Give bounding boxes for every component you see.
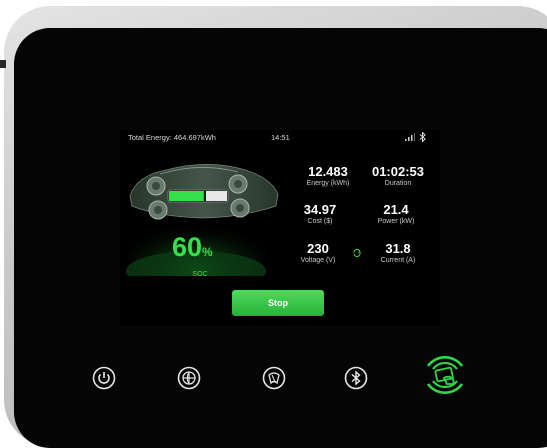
soc-unit: %: [202, 245, 213, 259]
device-edge: [0, 60, 6, 68]
metric-value: 31.8: [385, 241, 411, 256]
language-icon[interactable]: [262, 366, 286, 390]
metric-value: 21.4: [383, 202, 409, 217]
metric-value: 34.97: [303, 202, 337, 217]
metric-label: Energy (kWh): [306, 180, 350, 187]
metric-label: Duration: [384, 180, 412, 187]
signal-icon: [405, 133, 415, 141]
metric-label: Current (A): [380, 257, 416, 264]
voltage-metric: 230 Voltage (V): [278, 241, 358, 266]
battery-empty: [206, 191, 227, 201]
clock-text: 14:51: [271, 133, 290, 142]
bluetooth-icon[interactable]: [344, 366, 368, 390]
soc-label: SOC: [192, 271, 208, 278]
globe-icon[interactable]: [177, 366, 201, 390]
charger-screen: Total Energy: 464.697kWh 14:51 60% SOC 1…: [120, 130, 440, 325]
stop-button[interactable]: Stop: [232, 290, 324, 316]
metric-label: Power (kW): [377, 218, 415, 225]
energy-metric: 12.483 Energy (kWh): [288, 164, 368, 189]
metric-label: Cost ($): [307, 218, 333, 225]
power-metric: 21.4 Power (kW): [356, 202, 436, 227]
duration-metric: 01:02:53 Duration: [358, 164, 438, 189]
bluetooth-status-icon: [419, 132, 426, 142]
metric-value: 230: [307, 241, 329, 256]
soc-value: 60%: [172, 232, 213, 262]
metric-value: 01:02:53: [371, 164, 425, 179]
total-energy-text: Total Energy: 464.697kWh: [128, 133, 216, 142]
car-soc-panel: 60% SOC: [120, 146, 280, 291]
current-metric: 31.8 Current (A): [358, 241, 438, 266]
rfid-card-icon[interactable]: [420, 350, 470, 400]
metric-label: Voltage (V): [300, 257, 336, 264]
metric-value: 12.483: [308, 164, 348, 179]
power-icon[interactable]: [92, 366, 116, 390]
battery-fill: [169, 191, 204, 201]
status-bar: Total Energy: 464.697kWh 14:51: [120, 130, 440, 144]
cost-metric: 34.97 Cost ($): [280, 202, 360, 227]
